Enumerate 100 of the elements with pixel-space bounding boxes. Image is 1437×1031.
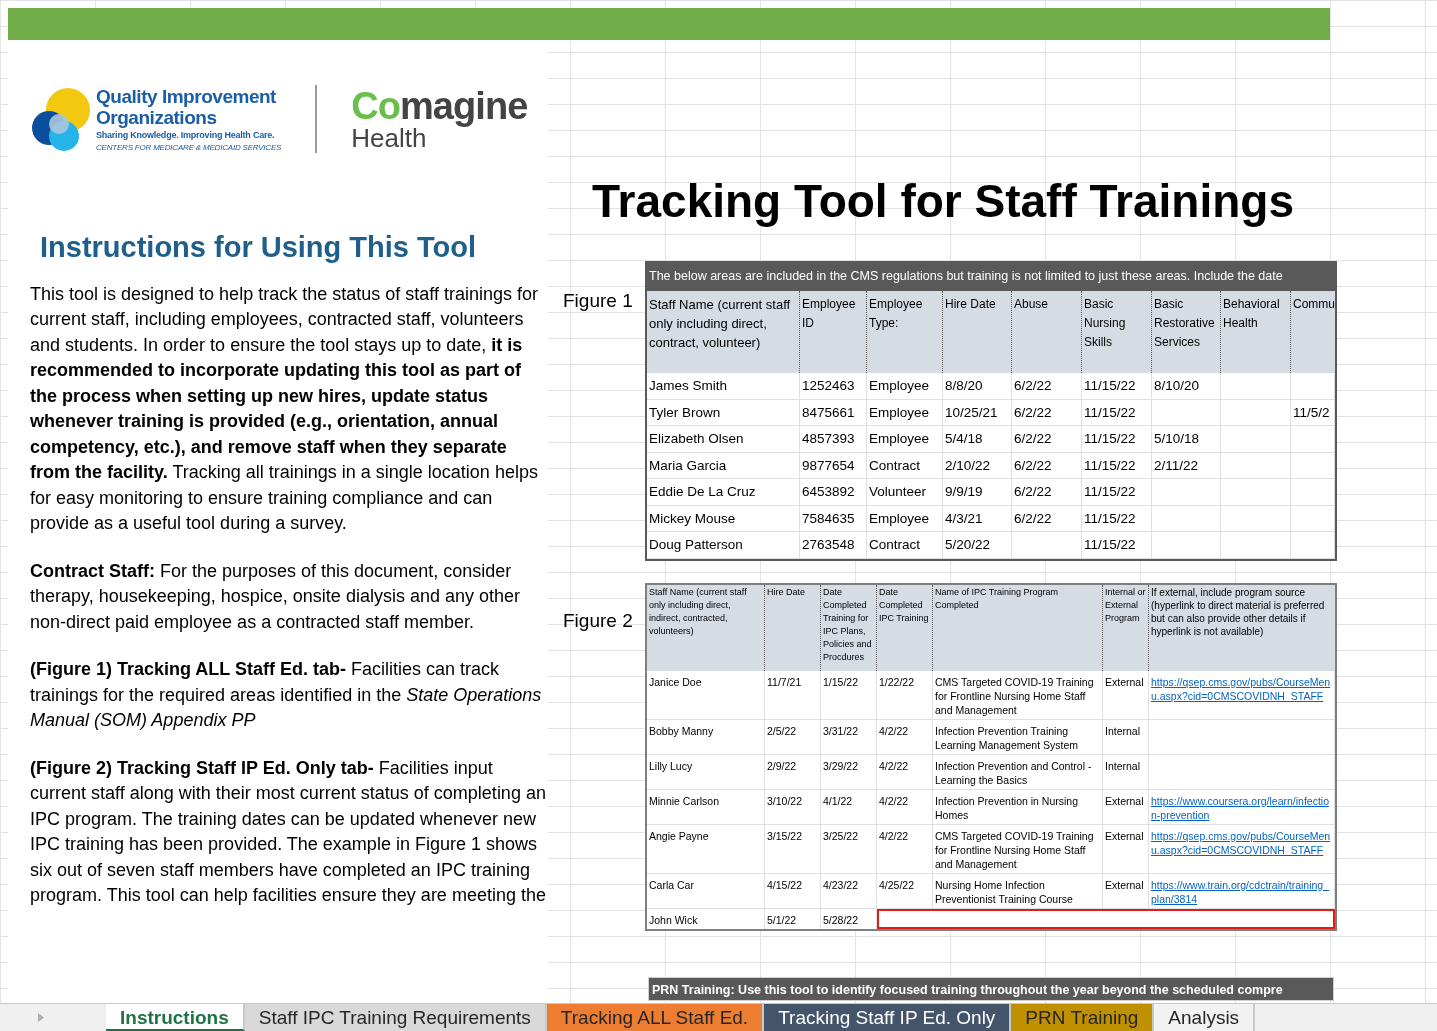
table-cell: Infection Prevention in Nursing Homes [935,794,1078,821]
table-cell: Lilly Lucy [649,759,693,772]
table-cell: John Wick [649,913,698,926]
table-cell: Maria Garcia [647,452,800,479]
table-cell: Contract [867,452,943,479]
column-header: Basic Nursing Skills [1082,291,1152,373]
organization-name: Organizations [96,107,218,128]
table-cell: 3/29/22 [823,759,859,772]
empty-cell [1291,426,1335,453]
table-cell: CMS Targeted COVID-19 Training for Frontline Nursing Home Staff and Management [935,675,1094,716]
table-cell: Employee [867,426,943,453]
table-cell: Infection Prevention Training Learning Management System [935,724,1078,751]
empty-cell [1221,505,1291,532]
table-cell: External [1105,794,1144,807]
instruction-paragraph: Contract Staff: For the purposes of this document, consider therapy, housekeeping, hospice, onsite dialysis and any other non-direct paid employee as a contracted staff member. [30,559,521,634]
column-header: Hire Date [943,291,1012,373]
source-link[interactable]: https://www.train.org/cdctrain/training_plan/3814 [1151,877,1332,906]
table-cell: 6/2/22 [1012,399,1082,426]
table-cell: Doug Patterson [647,532,800,559]
column-header: Staff Name (current staff only including direct, indirect, contracted, volunteers) [647,584,765,671]
column-header: Employee ID [800,291,867,373]
table-cell: 8/8/20 [943,373,1012,400]
table-cell: 5/1/22 [767,913,797,926]
column-header: Date Completed Training for IPC Plans, Policies and Procdures [821,584,877,671]
table-cell: Contract [867,532,943,559]
brand-subtitle: Health [351,125,427,151]
table-cell: Carla Car [649,878,694,891]
table-cell: 3/15/22 [767,829,803,842]
organization-name: Quality Improvement [96,86,277,107]
brand-name: magine [400,87,528,125]
prn-banner: PRN Training: Use this tool to identify focused training throughout the year beyond the scheduled compre [648,977,1334,1001]
instruction-paragraph: (Figure 1) Tracking ALL Staff Ed. tab- Facilities can track trainings for the required areas identified in the State Operations Manual (SOM) Appendix PP [30,658,543,732]
table-cell: Tyler Brown [647,399,800,426]
table-cell: Elizabeth Olsen [647,426,800,453]
tagline: Sharing Knowledge. Improving Health Care. [96,131,276,140]
table-cell: 1252463 [800,373,867,400]
column-header: Internal or External Program [1103,584,1149,671]
table-cell: External [1105,878,1144,891]
table-cell: Bobby Manny [649,724,714,737]
source-link[interactable]: https://qsep.cms.gov/pubs/CourseMenu.aspx?cid=0CMSCOVIDNH_STAFF [1151,828,1332,857]
column-header: Name of IPC Training Program Completed [933,584,1103,671]
source-link[interactable]: https://www.coursera.org/learn/infection-prevention [1151,793,1332,822]
table-cell: 6/2/22 [1012,479,1082,506]
table-cell: CMS Targeted COVID-19 Training for Frontline Nursing Home Staff and Management [935,829,1094,870]
table-cell: 4/2/22 [879,759,909,772]
table-cell: 2/10/22 [943,452,1012,479]
table-cell: 5/28/22 [823,913,859,926]
table-cell: 11/15/22 [1082,373,1152,400]
table-cell: 2/9/22 [767,759,797,772]
source-link[interactable]: https://qsep.cms.gov/pubs/CourseMenu.aspx?cid=0CMSCOVIDNH_STAFF [1151,674,1332,703]
column-header: Basic Restorative Services [1152,291,1221,373]
sheet-tab[interactable]: Staff IPC Training Requirements [244,1004,547,1031]
table-cell: 11/15/22 [1082,479,1152,506]
table-banner: The below areas are included in the CMS regulations but training is not limited to just these areas. Include the date [647,263,1335,291]
instruction-paragraph: (Figure 2) Tracking Staff IP Ed. Only tab- Facilities input current staff along with their most current status of completing an IPC program. The training dates can be updated whenever new IPC training has been provided. The example in Figure 1 shows six out of seven staff members have completed an IPC training program. This tool can help facilities ensure they are meeting the [30,756,547,907]
column-header: Hire Date [765,584,821,671]
empty-cell [1291,452,1335,479]
table-cell: 4/3/21 [943,505,1012,532]
table-cell: 4/2/22 [879,794,909,807]
sheet-tab[interactable]: Instructions [106,1004,245,1031]
column-header: Behavioral Health [1221,291,1291,373]
column-header: If external, include program source (hyperlink to direct material is preferred but can also provide other details if hyperlink is not available) [1150,585,1326,639]
sheet-tab[interactable]: Tracking ALL Staff Ed. [546,1004,765,1031]
table-cell: 3/31/22 [823,724,859,737]
table-cell: 11/15/22 [1082,426,1152,453]
table-cell: 9/9/19 [943,479,1012,506]
table-cell: Minnie Carlson [649,794,720,807]
table-cell: 4857393 [800,426,867,453]
sheet-tab[interactable]: PRN Training [1011,1004,1155,1031]
logo-divider [315,85,318,153]
table-cell: 4/2/22 [879,724,909,737]
table-cell: 4/23/22 [823,878,859,891]
empty-cell [1221,426,1291,453]
table-cell: 11/15/22 [1082,532,1152,559]
figure-label: Figure 2 [562,608,634,633]
empty-cell [1152,479,1221,506]
empty-cell [1152,532,1221,559]
table-cell: 4/2/22 [879,829,909,842]
table-cell: External [1105,675,1144,688]
table-cell: 4/15/22 [767,878,803,891]
sheet-tab[interactable]: Tracking Staff IP Ed. Only [764,1004,1012,1031]
table-cell: Employee [867,505,943,532]
table-cell: 4/25/22 [879,878,915,891]
empty-cell [1221,452,1291,479]
table-cell: External [1105,829,1144,842]
empty-cell [1291,479,1335,506]
table-cell: Nursing Home Infection Preventionist Training Course [935,878,1073,905]
table-cell: 11/15/22 [1082,452,1152,479]
table-cell: 3/25/22 [823,829,859,842]
table-cell: 11/15/22 [1082,399,1152,426]
empty-cell [1291,532,1335,559]
table-cell: Internal [1105,724,1141,737]
column-header: Date Completed IPC Training [877,584,933,671]
table-cell: 6/2/22 [1012,452,1082,479]
table-cell: 5/20/22 [943,532,1012,559]
table-cell: 11/7/21 [767,675,802,688]
table-cell: 5/4/18 [943,426,1012,453]
empty-cell [1012,532,1082,559]
table-cell: Internal [1105,759,1141,772]
table-cell: Employee [867,399,943,426]
